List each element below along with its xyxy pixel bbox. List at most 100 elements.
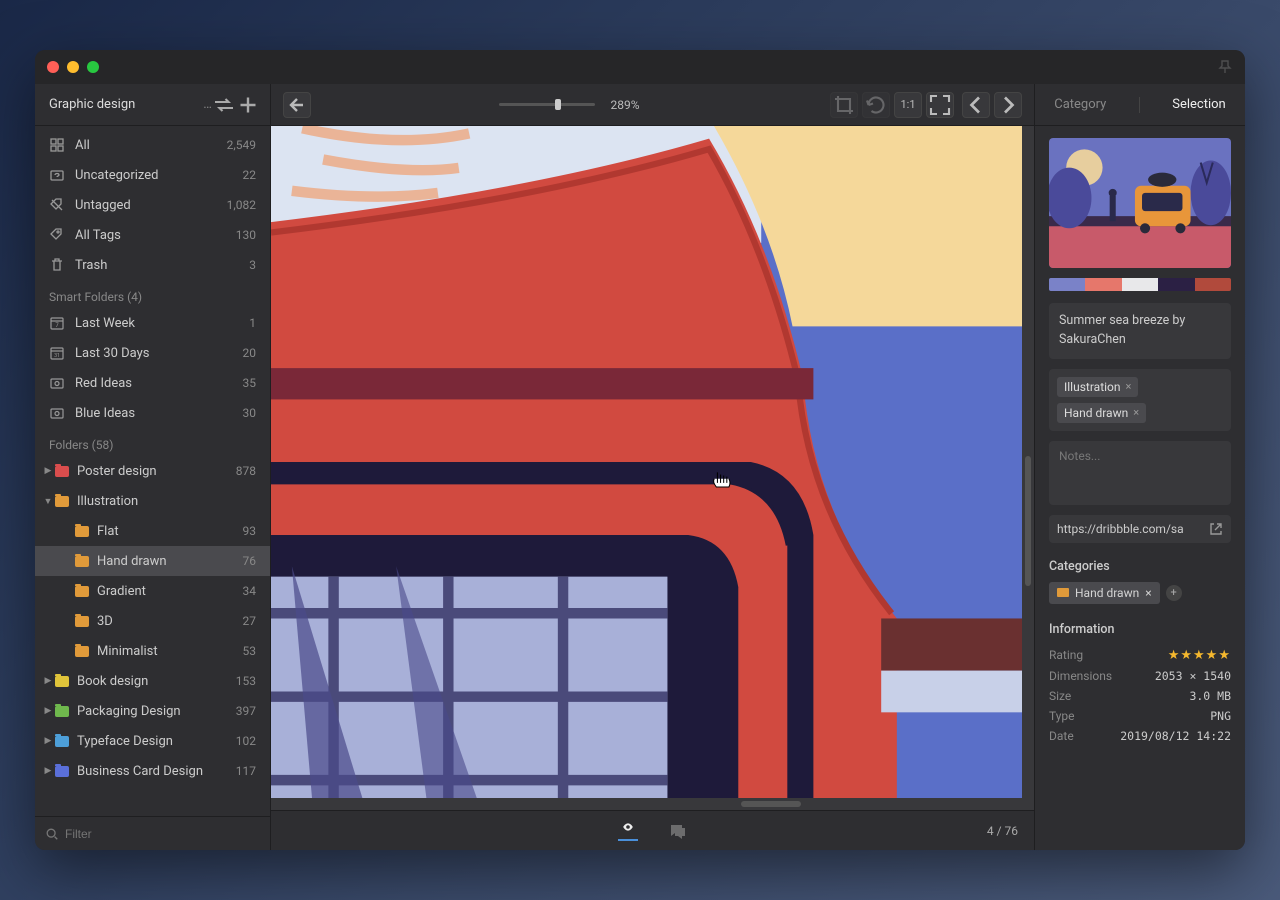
canvas[interactable]	[271, 126, 1034, 810]
fit-button[interactable]	[926, 92, 954, 118]
maximize-window[interactable]	[87, 61, 99, 73]
folder-gradient[interactable]: Gradient34	[35, 576, 270, 606]
rating-stars[interactable]: ★★★★★	[1168, 648, 1231, 663]
caret-icon: ▶	[41, 736, 55, 746]
minimize-window[interactable]	[67, 61, 79, 73]
crop-button[interactable]	[830, 92, 858, 118]
folder-flat[interactable]: Flat93	[35, 516, 270, 546]
folder-icon	[75, 646, 89, 657]
folder-typeface-design[interactable]: ▶Typeface Design102	[35, 726, 270, 756]
folder-label: Business Card Design	[77, 764, 236, 779]
horizontal-scrollbar[interactable]	[741, 801, 801, 807]
smart-folder-icon	[49, 405, 65, 421]
swap-library-icon[interactable]	[212, 93, 236, 117]
add-icon[interactable]	[236, 93, 260, 117]
trash-icon	[49, 257, 65, 273]
folder-label: Hand drawn	[97, 554, 243, 569]
viewer-toolbar: 289% 1:1	[271, 84, 1034, 126]
swatch[interactable]	[1158, 278, 1194, 291]
folder-icon	[55, 676, 69, 687]
folder-icon	[75, 526, 89, 537]
thumbnail-preview[interactable]	[1049, 138, 1231, 268]
calendar-7-icon: 7	[49, 315, 65, 331]
vertical-scrollbar[interactable]	[1025, 456, 1031, 586]
folder-count: 117	[236, 764, 256, 778]
filter-input[interactable]	[65, 827, 260, 841]
information-header: Information	[1049, 622, 1231, 637]
folder-label: Typeface Design	[77, 734, 236, 749]
folder-icon	[55, 766, 69, 777]
caret-icon: ▼	[41, 496, 55, 507]
sidebar-untagged[interactable]: Untagged 1,082	[35, 190, 270, 220]
prev-button[interactable]	[962, 92, 990, 118]
comment-icon[interactable]	[668, 821, 688, 841]
sidebar-last-week[interactable]: 7 Last Week 1	[35, 308, 270, 338]
svg-text:7: 7	[55, 322, 59, 329]
window-controls	[47, 61, 99, 73]
folder-count: 34	[243, 584, 257, 598]
folder-icon	[1057, 588, 1069, 597]
swatch[interactable]	[1122, 278, 1158, 291]
swatch[interactable]	[1195, 278, 1231, 291]
caret-icon: ▶	[41, 706, 55, 716]
swatch[interactable]	[1049, 278, 1085, 291]
categories-row: Hand drawn × +	[1049, 582, 1231, 604]
remove-tag-icon[interactable]: ×	[1133, 406, 1139, 419]
sidebar-scroll[interactable]: All 2,549 Uncategorized 22 Untagged 1,08…	[35, 126, 270, 816]
back-button[interactable]	[283, 92, 311, 118]
remove-category-icon[interactable]: ×	[1145, 586, 1151, 600]
folder-label: Poster design	[77, 464, 236, 479]
sidebar-all[interactable]: All 2,549	[35, 130, 270, 160]
folder-label: 3D	[97, 614, 243, 629]
folder-label: Book design	[77, 674, 236, 689]
inspector-tabs: Category Selection	[1035, 84, 1245, 126]
tag[interactable]: Hand drawn×	[1057, 403, 1146, 423]
eye-icon[interactable]	[618, 821, 638, 841]
next-button[interactable]	[994, 92, 1022, 118]
tags-icon	[49, 227, 65, 243]
add-category-button[interactable]: +	[1166, 585, 1182, 601]
folder-count: 878	[236, 464, 256, 478]
image-title[interactable]: Summer sea breeze by SakuraChen	[1049, 303, 1231, 359]
color-palette[interactable]	[1049, 278, 1231, 291]
info-size: Size 3.0 MB	[1035, 686, 1245, 706]
tag[interactable]: Illustration×	[1057, 377, 1138, 397]
sidebar-red-ideas[interactable]: Red Ideas 35	[35, 368, 270, 398]
viewer-footer: 4 / 76	[271, 810, 1034, 850]
rotate-button[interactable]	[862, 92, 890, 118]
swatch[interactable]	[1085, 278, 1121, 291]
sidebar-blue-ideas[interactable]: Blue Ideas 30	[35, 398, 270, 428]
source-url[interactable]: https://dribbble.com/sa	[1049, 515, 1231, 543]
folder-3d[interactable]: 3D27	[35, 606, 270, 636]
image-counter: 4 / 76	[987, 824, 1018, 838]
actual-size-button[interactable]: 1:1	[894, 92, 922, 118]
open-link-icon[interactable]	[1209, 522, 1223, 536]
remove-tag-icon[interactable]: ×	[1126, 380, 1132, 393]
info-dimensions: Dimensions 2053 × 1540	[1035, 666, 1245, 686]
folder-minimalist[interactable]: Minimalist53	[35, 636, 270, 666]
folder-label: Packaging Design	[77, 704, 236, 719]
category-tag[interactable]: Hand drawn ×	[1049, 582, 1160, 604]
sidebar-trash[interactable]: Trash 3	[35, 250, 270, 280]
notes-field[interactable]: Notes...	[1049, 441, 1231, 505]
caret-icon: ▶	[41, 676, 55, 686]
tab-selection[interactable]: Selection	[1166, 97, 1231, 112]
tab-category[interactable]: Category	[1048, 97, 1112, 112]
folder-business-card-design[interactable]: ▶Business Card Design117	[35, 756, 270, 786]
sidebar-last-30-days[interactable]: 31 Last 30 Days 20	[35, 338, 270, 368]
folder-poster-design[interactable]: ▶Poster design878	[35, 456, 270, 486]
folder-illustration[interactable]: ▼Illustration	[35, 486, 270, 516]
titlebar	[35, 50, 1245, 84]
close-window[interactable]	[47, 61, 59, 73]
sidebar-alltags[interactable]: All Tags 130	[35, 220, 270, 250]
zoom-slider[interactable]	[499, 103, 595, 106]
tags-box[interactable]: Illustration× Hand drawn×	[1049, 369, 1231, 431]
folder-hand-drawn[interactable]: Hand drawn76	[35, 546, 270, 576]
folder-count: 27	[243, 614, 257, 628]
pin-icon[interactable]	[1217, 59, 1233, 75]
folder-book-design[interactable]: ▶Book design153	[35, 666, 270, 696]
sidebar-uncategorized[interactable]: Uncategorized 22	[35, 160, 270, 190]
folder-packaging-design[interactable]: ▶Packaging Design397	[35, 696, 270, 726]
folder-count: 93	[243, 524, 257, 538]
app-window: Graphic design … All 2,549 Uncategorized…	[35, 50, 1245, 850]
